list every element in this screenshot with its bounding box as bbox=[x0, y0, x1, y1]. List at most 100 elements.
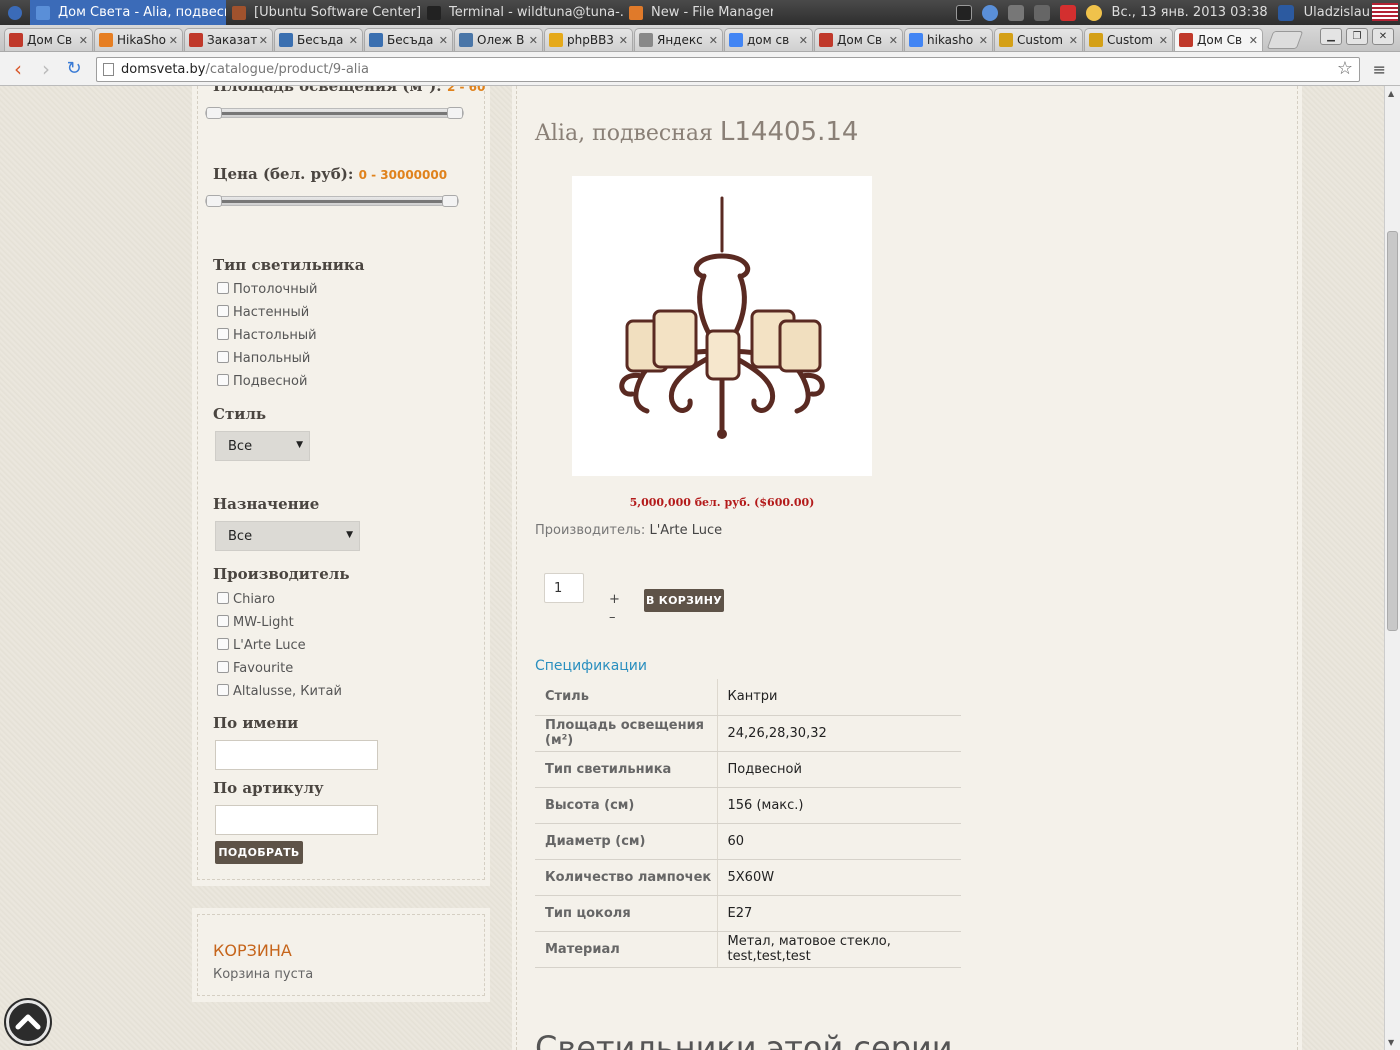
area-slider-max-handle[interactable] bbox=[447, 107, 463, 119]
quantity-input[interactable]: 1 bbox=[544, 573, 584, 603]
close-tab-icon[interactable]: ✕ bbox=[799, 34, 808, 47]
browser-tab[interactable]: Дом Св ✕ bbox=[4, 28, 93, 51]
taskbar-item[interactable]: New - File Manager bbox=[623, 0, 773, 25]
bookmark-star-icon[interactable]: ☆ bbox=[1337, 58, 1353, 79]
product-image[interactable] bbox=[572, 176, 872, 476]
browser-tab[interactable]: Дом Св ✕ bbox=[814, 28, 903, 51]
clock[interactable]: Вс., 13 янв. 2013 03:38 bbox=[1112, 5, 1268, 20]
minimize-button[interactable]: ▁ bbox=[1320, 28, 1342, 45]
forward-icon[interactable]: › bbox=[32, 57, 60, 81]
browser-tab[interactable]: дом св ✕ bbox=[724, 28, 813, 51]
spec-key: Количество лампочек bbox=[535, 859, 718, 896]
browser-tab[interactable]: Custom ✕ bbox=[1084, 28, 1173, 51]
price-slider-min-handle[interactable] bbox=[206, 195, 222, 207]
spec-value: 60 bbox=[717, 823, 961, 860]
close-tab-icon[interactable]: ✕ bbox=[259, 34, 268, 47]
new-tab-button[interactable] bbox=[1266, 31, 1304, 49]
type-checkbox-item[interactable]: Потолочный bbox=[217, 281, 317, 297]
area-slider[interactable] bbox=[205, 107, 464, 119]
checkbox[interactable] bbox=[217, 591, 229, 604]
browser-tab[interactable]: Яндекс ✕ bbox=[634, 28, 723, 51]
browser-tab[interactable]: hikasho ✕ bbox=[904, 28, 993, 51]
checkbox[interactable] bbox=[217, 660, 229, 673]
price-slider[interactable] bbox=[205, 195, 459, 207]
purpose-select[interactable]: Все ▼ bbox=[215, 521, 360, 551]
page-scrollbar[interactable]: ▲ ▼ bbox=[1384, 86, 1400, 1050]
volume-icon[interactable] bbox=[1007, 4, 1024, 21]
alert-icon[interactable] bbox=[1059, 4, 1076, 21]
type-checkbox-item[interactable]: Настенный bbox=[217, 304, 309, 320]
url-bar[interactable]: domsveta.by/catalogue/product/9-alia ☆ bbox=[96, 57, 1360, 82]
browser-tab[interactable]: HikaSho ✕ bbox=[94, 28, 183, 51]
checkbox[interactable] bbox=[217, 637, 229, 650]
close-tab-icon[interactable]: ✕ bbox=[79, 34, 88, 47]
browser-tab[interactable]: Бесъда ✕ bbox=[274, 28, 363, 51]
scrollbar-thumb[interactable] bbox=[1387, 231, 1398, 631]
apps-menu[interactable] bbox=[0, 0, 30, 25]
browser-tab[interactable]: Custom ✕ bbox=[994, 28, 1083, 51]
flag-icon[interactable] bbox=[1372, 3, 1398, 21]
add-to-cart-button[interactable]: В КОРЗИНУ bbox=[644, 589, 724, 612]
checkbox[interactable] bbox=[217, 683, 229, 696]
close-tab-icon[interactable]: ✕ bbox=[619, 34, 628, 47]
style-select[interactable]: Все ▼ bbox=[215, 431, 310, 461]
favicon-icon bbox=[1089, 33, 1103, 47]
name-search-label: По имени bbox=[213, 714, 299, 732]
maximize-button[interactable]: ❐ bbox=[1346, 28, 1368, 45]
close-window-button[interactable]: ✕ bbox=[1372, 28, 1394, 45]
price-slider-max-handle[interactable] bbox=[442, 195, 458, 207]
browser-menu-icon[interactable]: ≡ bbox=[1373, 60, 1386, 79]
spec-row: Диаметр (см) 60 bbox=[535, 823, 961, 860]
checkbox[interactable] bbox=[217, 614, 229, 627]
name-search-input[interactable] bbox=[215, 740, 378, 770]
close-tab-icon[interactable]: ✕ bbox=[169, 34, 178, 47]
reload-icon[interactable]: ↻ bbox=[60, 58, 88, 79]
close-tab-icon[interactable]: ✕ bbox=[889, 34, 898, 47]
network-icon[interactable] bbox=[1033, 4, 1050, 21]
maker-checkbox-item[interactable]: Altalusse, Китай bbox=[217, 683, 342, 699]
quantity-decrease-button[interactable]: – bbox=[609, 610, 616, 625]
close-tab-icon[interactable]: ✕ bbox=[709, 34, 718, 47]
browser-tab[interactable]: Дом Св ✕ bbox=[1174, 28, 1263, 51]
specs-title[interactable]: Спецификации bbox=[535, 658, 647, 674]
scroll-down-icon[interactable]: ▼ bbox=[1388, 1038, 1394, 1047]
close-tab-icon[interactable]: ✕ bbox=[349, 34, 358, 47]
type-checkbox-item[interactable]: Настольный bbox=[217, 327, 317, 343]
taskbar-item[interactable]: Дом Света - Alia, подвесн... bbox=[30, 0, 226, 25]
maker-checkbox-item[interactable]: Favourite bbox=[217, 660, 293, 676]
filter-submit-button[interactable]: ПОДОБРАТЬ bbox=[215, 841, 303, 864]
close-tab-icon[interactable]: ✕ bbox=[529, 34, 538, 47]
taskbar-item[interactable]: [Ubuntu Software Center] bbox=[226, 0, 421, 25]
browser-tab[interactable]: Олеж В ✕ bbox=[454, 28, 543, 51]
sku-search-input[interactable] bbox=[215, 805, 378, 835]
taskbar-item[interactable]: Terminal - wildtuna@tuna-... bbox=[421, 0, 623, 25]
close-tab-icon[interactable]: ✕ bbox=[1249, 34, 1258, 47]
close-tab-icon[interactable]: ✕ bbox=[979, 34, 988, 47]
area-slider-min-handle[interactable] bbox=[206, 107, 222, 119]
workspace-icon[interactable] bbox=[1277, 4, 1294, 21]
scroll-to-top-button[interactable] bbox=[6, 1000, 50, 1044]
close-tab-icon[interactable]: ✕ bbox=[1069, 34, 1078, 47]
chromium-tray-icon[interactable] bbox=[981, 4, 998, 21]
quantity-increase-button[interactable]: + bbox=[609, 592, 620, 607]
terminal-tray-icon[interactable] bbox=[955, 4, 972, 21]
browser-tab[interactable]: Заказать✕ bbox=[184, 28, 273, 51]
checkbox[interactable] bbox=[217, 281, 229, 294]
close-tab-icon[interactable]: ✕ bbox=[1159, 34, 1168, 47]
type-checkbox-item[interactable]: Напольный bbox=[217, 350, 310, 366]
maker-checkbox-item[interactable]: Chiaro bbox=[217, 591, 275, 607]
browser-tab[interactable]: phpBB3 ✕ bbox=[544, 28, 633, 51]
checkbox[interactable] bbox=[217, 327, 229, 340]
checkbox[interactable] bbox=[217, 373, 229, 386]
scroll-up-icon[interactable]: ▲ bbox=[1388, 89, 1394, 98]
close-tab-icon[interactable]: ✕ bbox=[439, 34, 448, 47]
weather-icon[interactable] bbox=[1085, 4, 1102, 21]
browser-tab[interactable]: Бесъда ✕ bbox=[364, 28, 453, 51]
maker-checkbox-item[interactable]: L'Arte Luce bbox=[217, 637, 306, 653]
maker-checkbox-item[interactable]: MW-Light bbox=[217, 614, 294, 630]
type-checkbox-item[interactable]: Подвесной bbox=[217, 373, 307, 389]
checkbox[interactable] bbox=[217, 350, 229, 363]
back-icon[interactable]: ‹ bbox=[4, 57, 32, 81]
user-name[interactable]: Uladzislau bbox=[1304, 5, 1370, 20]
checkbox[interactable] bbox=[217, 304, 229, 317]
